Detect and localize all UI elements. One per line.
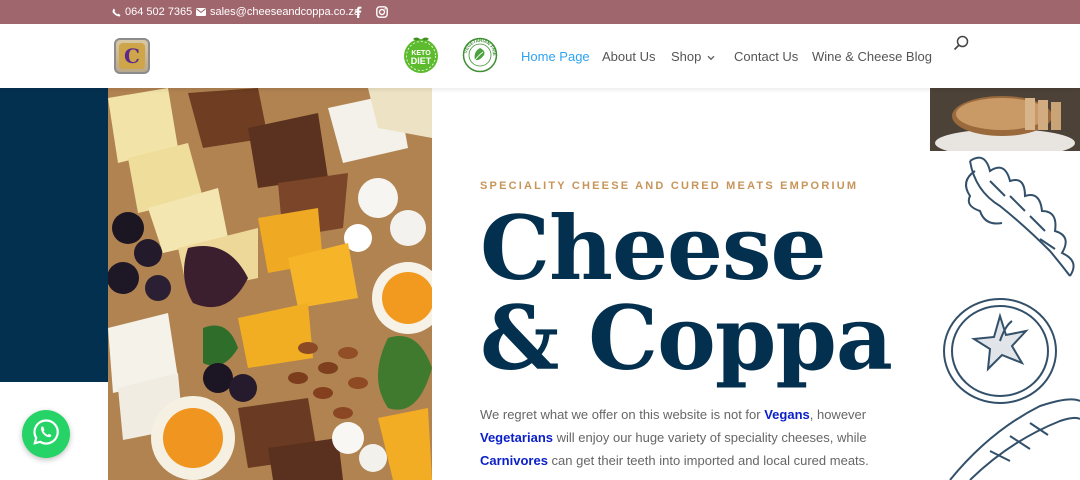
nav-home-page[interactable]: Home Page — [521, 24, 590, 88]
phone-icon — [112, 7, 121, 17]
carnivores-highlight: Carnivores — [480, 453, 548, 468]
hero-intro-paragraph: We regret what we offer on this website … — [480, 403, 900, 472]
instagram-link[interactable] — [376, 0, 388, 24]
instagram-icon — [376, 6, 388, 18]
vegetable-sketch-illustration — [930, 151, 1080, 480]
chevron-down-icon — [707, 49, 715, 64]
nav-shop[interactable]: Shop — [671, 24, 715, 88]
intro-text-2: , however — [809, 407, 867, 422]
diet-text: DIET — [411, 56, 432, 66]
intro-text-3: will enjoy our huge variety of specialit… — [553, 430, 867, 445]
hero-title-line-2: & Coppa — [480, 286, 893, 390]
email-address: sales@cheeseandcoppa.co.za — [210, 6, 360, 18]
nav-home-label: Home Page — [521, 48, 590, 64]
bread-image — [930, 88, 1080, 151]
hero-eyebrow: SPECIALITY CHEESE AND CURED MEATS EMPORI… — [480, 180, 859, 192]
vegetarians-highlight: Vegetarians — [480, 430, 553, 445]
nav-blog-label: Wine & Cheese Blog — [812, 48, 932, 64]
intro-text-4: can get their teeth into imported and lo… — [547, 453, 869, 468]
email-contact[interactable]: sales@cheeseandcoppa.co.za — [196, 0, 360, 24]
site-header: C KETO DIET VEGETARIAN FRIENDLY Home Pag… — [0, 24, 1080, 88]
nav-wine-cheese-blog[interactable]: Wine & Cheese Blog — [812, 24, 932, 88]
keto-diet-badge: KETO DIET — [402, 36, 440, 74]
nav-about-label: About Us — [602, 48, 656, 64]
phone-contact[interactable]: 064 502 7365 — [112, 0, 192, 24]
nav-contact-label: Contact Us — [734, 48, 799, 64]
nav-about-us[interactable]: About Us — [602, 24, 655, 88]
facebook-link[interactable] — [354, 0, 362, 24]
search-icon[interactable] — [953, 35, 969, 51]
envelope-icon — [196, 8, 206, 16]
site-logo[interactable]: C — [114, 38, 150, 74]
phone-number: 064 502 7365 — [125, 6, 193, 18]
top-bar: 064 502 7365 sales@cheeseandcoppa.co.za — [0, 0, 1080, 24]
cheese-platter-image — [108, 88, 432, 480]
nav-shop-label: Shop — [671, 48, 702, 64]
vegans-highlight: Vegans — [764, 407, 810, 422]
hero-title-line-1: Cheese — [480, 196, 827, 300]
facebook-icon — [354, 6, 362, 18]
intro-text-1: We regret what we offer on this website … — [480, 407, 765, 422]
vegetarian-friendly-badge: VEGETARIAN FRIENDLY — [460, 33, 498, 73]
whatsapp-icon — [32, 418, 60, 451]
nav-contact-us[interactable]: Contact Us — [734, 24, 798, 88]
logo-letter: C — [119, 43, 145, 69]
whatsapp-chat-button[interactable] — [22, 410, 70, 458]
decorative-navy-block — [0, 88, 108, 382]
